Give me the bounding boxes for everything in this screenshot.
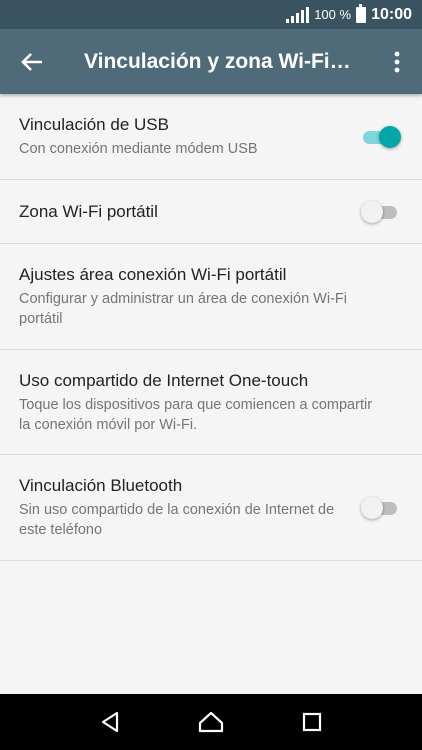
bluetooth-tethering-item[interactable]: Vinculación Bluetooth Sin uso compartido…: [0, 455, 422, 561]
square-recents-icon: [302, 712, 321, 732]
wifi-hotspot-toggle[interactable]: [361, 200, 401, 224]
wifi-hotspot-settings-item[interactable]: Ajustes área conexión Wi-Fi portátil Con…: [0, 244, 422, 350]
wifi-hotspot-item[interactable]: Zona Wi-Fi portátil: [0, 180, 422, 244]
item-title: Ajustes área conexión Wi-Fi portátil: [19, 265, 287, 284]
nav-recents-button[interactable]: [292, 702, 332, 742]
app-bar: Vinculación y zona Wi-Fi…: [0, 29, 422, 94]
more-vert-icon: [394, 51, 400, 72]
settings-list: Vinculación de USB Con conexión mediante…: [0, 94, 422, 561]
item-subtitle: Toque los dispositivos para que comience…: [19, 396, 373, 433]
item-title: Zona Wi-Fi portátil: [19, 201, 158, 221]
usb-tethering-item[interactable]: Vinculación de USB Con conexión mediante…: [0, 94, 422, 180]
page-title: Vinculación y zona Wi-Fi…: [84, 49, 351, 73]
bluetooth-tethering-toggle[interactable]: [361, 496, 401, 520]
item-title: Uso compartido de Internet One-touch: [19, 370, 309, 390]
item-title: Vinculación Bluetooth: [19, 476, 183, 495]
back-button[interactable]: [0, 29, 64, 94]
usb-tethering-toggle[interactable]: [361, 125, 401, 149]
status-bar: 100 % 10:00: [0, 0, 422, 29]
more-options-button[interactable]: [372, 29, 422, 94]
item-subtitle: Configurar y administrar un área de cone…: [19, 291, 347, 327]
item-title: Vinculación de USB: [19, 115, 169, 134]
battery-icon: [356, 3, 367, 23]
signal-icon: [286, 6, 310, 23]
nav-back-button[interactable]: [90, 702, 130, 742]
item-subtitle: Con conexión mediante módem USB: [19, 141, 258, 157]
battery-percent: 100 %: [314, 7, 352, 22]
clock: 10:00: [371, 5, 412, 23]
one-touch-sharing-item[interactable]: Uso compartido de Internet One-touch Toq…: [0, 350, 422, 455]
item-subtitle: Sin uso compartido de la conexión de Int…: [19, 502, 335, 538]
nav-home-button[interactable]: [191, 702, 231, 742]
triangle-back-icon: [102, 711, 119, 733]
home-icon: [198, 711, 224, 733]
navigation-bar: [0, 694, 422, 750]
arrow-left-icon: [21, 52, 42, 71]
